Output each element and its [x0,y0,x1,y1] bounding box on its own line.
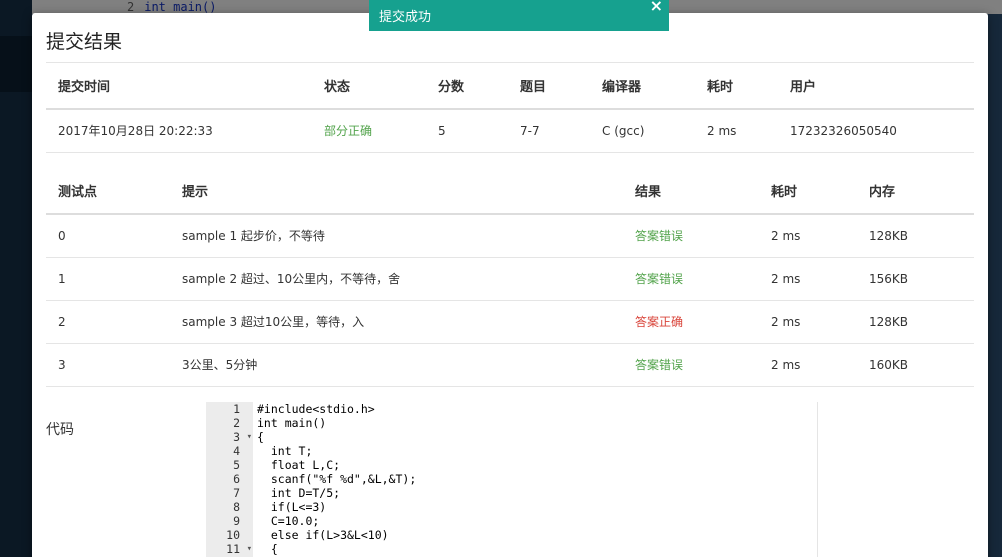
header-result: 结果 [623,168,759,215]
code-line: else if(L>3&L<10) [257,528,389,542]
line-number: 6 [233,472,240,486]
modal-title: 提交结果 [46,31,123,53]
code-line: int main() [257,416,327,430]
testcase-id: 0 [46,214,170,258]
testcase-table: 测试点 提示 结果 耗时 内存 0 sample 1 起步价，不等待 答案错误 … [46,168,974,387]
testcase-time: 2 ms [759,300,857,344]
testcase-hint: 3公里、5分钟 [170,343,623,387]
line-number: 1 [233,402,240,416]
code-line: int D=T/5; [257,486,341,500]
code-line: { [257,430,264,444]
code-line: #include<stdio.h> [257,402,375,416]
summary-table: 提交时间 状态 分数 题目 编译器 耗时 用户 2017年10月28日 20:2… [46,62,974,153]
code-line: C=10.0; [257,514,320,528]
testcase-time: 2 ms [759,214,857,258]
testcase-memory: 160KB [857,343,974,387]
line-number: 7 [233,486,240,500]
summary-row: 2017年10月28日 20:22:33 部分正确 5 7-7 C (gcc) … [46,108,974,153]
testcase-header-row: 测试点 提示 结果 耗时 内存 [46,168,974,215]
code-gutter: 1 2 3 4 5 6 7 8 9 10 11 [206,402,253,557]
compiler: C (gcc) [590,108,695,153]
toast-message: 提交成功 [379,10,432,25]
line-number: 2 [233,416,240,430]
header-time: 耗时 [759,168,857,215]
testcase-result: 答案正确 [623,300,759,344]
header-memory: 内存 [857,168,974,215]
testcase-memory: 156KB [857,257,974,301]
code-line: { [257,542,278,556]
code-line: int T; [257,444,313,458]
line-number: 8 [233,500,240,514]
testcase-time: 2 ms [759,343,857,387]
summary-header-row: 提交时间 状态 分数 题目 编译器 耗时 用户 [46,62,974,110]
testcase-time: 2 ms [759,257,857,301]
header-submit-time: 提交时间 [46,62,312,110]
line-number: 9 [233,514,240,528]
close-icon[interactable]: × [650,0,663,15]
code-viewer[interactable]: 1 2 3 4 5 6 7 8 9 10 11 #include<stdio.h… [206,402,818,557]
submission-result-modal: 提交结果 提交时间 状态 分数 题目 编译器 耗时 用户 2017年10月28日… [32,13,988,557]
header-score: 分数 [426,62,508,110]
testcase-memory: 128KB [857,214,974,258]
header-hint: 提示 [170,168,623,215]
testcase-id: 2 [46,300,170,344]
backdrop-sidebar-shade [0,36,32,92]
testcase-hint: sample 3 超过10公里，等待，入 [170,300,623,344]
header-status: 状态 [312,62,426,110]
testcase-id: 1 [46,257,170,301]
score: 5 [426,108,508,153]
header-testcase: 测试点 [46,168,170,215]
testcase-result: 答案错误 [623,343,759,387]
testcase-id: 3 [46,343,170,387]
testcase-memory: 128KB [857,300,974,344]
table-row: 0 sample 1 起步价，不等待 答案错误 2 ms 128KB [46,214,974,258]
table-row: 3 3公里、5分钟 答案错误 2 ms 160KB [46,343,974,387]
status-badge: 部分正确 [312,108,426,153]
code-lines: #include<stdio.h> int main() { int T; fl… [257,402,416,556]
testcase-result: 答案错误 [623,257,759,301]
success-toast: 提交成功 × [369,0,669,31]
header-duration: 耗时 [695,62,778,110]
user-id: 17232326050540 [778,108,974,153]
line-number-fold[interactable]: 3 [206,430,253,444]
line-number: 4 [233,444,240,458]
header-problem: 题目 [508,62,590,110]
submit-time: 2017年10月28日 20:22:33 [46,108,312,153]
code-line: scanf("%f %d",&L,&T); [257,472,417,486]
duration: 2 ms [695,108,778,153]
testcase-result: 答案错误 [623,214,759,258]
line-number: 5 [233,458,240,472]
testcase-hint: sample 2 超过、10公里内，不等待，舍 [170,257,623,301]
backdrop-line-number: 2 [127,0,135,14]
table-row: 1 sample 2 超过、10公里内，不等待，舍 答案错误 2 ms 156K… [46,257,974,301]
header-compiler: 编译器 [590,62,695,110]
line-number-fold[interactable]: 11 [206,542,253,556]
header-user: 用户 [778,62,974,110]
testcase-hint: sample 1 起步价，不等待 [170,214,623,258]
problem-link[interactable]: 7-7 [508,108,590,153]
table-row: 2 sample 3 超过10公里，等待，入 答案正确 2 ms 128KB [46,300,974,344]
code-line: float L,C; [257,458,341,472]
line-number: 10 [226,528,240,542]
backdrop-code-text: int main() [144,0,217,14]
code-label: 代码 [46,422,74,438]
backdrop-sidebar [0,0,32,557]
code-line: if(L<=3) [257,500,327,514]
